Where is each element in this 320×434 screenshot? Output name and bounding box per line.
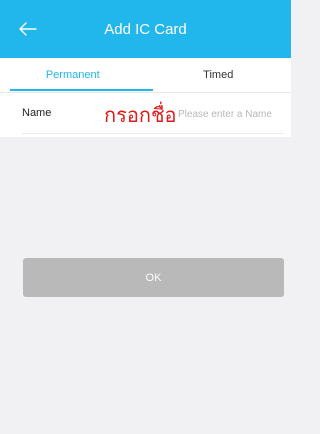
tab-timed-label: Timed <box>203 69 234 81</box>
tab-permanent-label: Permanent <box>45 69 100 81</box>
tab-permanent[interactable]: Permanent <box>0 58 153 92</box>
name-row: Name กรอกชื่อ <box>0 93 291 137</box>
tab-timed[interactable]: Timed <box>146 58 292 92</box>
page-title: Add IC Card <box>104 20 187 38</box>
handwritten-annotation: กรอกชื่อ <box>104 103 177 127</box>
tab-bar: Permanent Timed <box>0 58 291 92</box>
name-input[interactable] <box>178 106 288 122</box>
name-row-divider <box>22 133 284 134</box>
app-header: Add IC Card <box>0 0 291 58</box>
name-label: Name <box>22 107 52 119</box>
ok-button[interactable]: OK <box>23 258 284 297</box>
active-tab-indicator <box>10 89 153 91</box>
arrow-left-icon <box>19 22 37 36</box>
back-button[interactable] <box>14 15 42 43</box>
